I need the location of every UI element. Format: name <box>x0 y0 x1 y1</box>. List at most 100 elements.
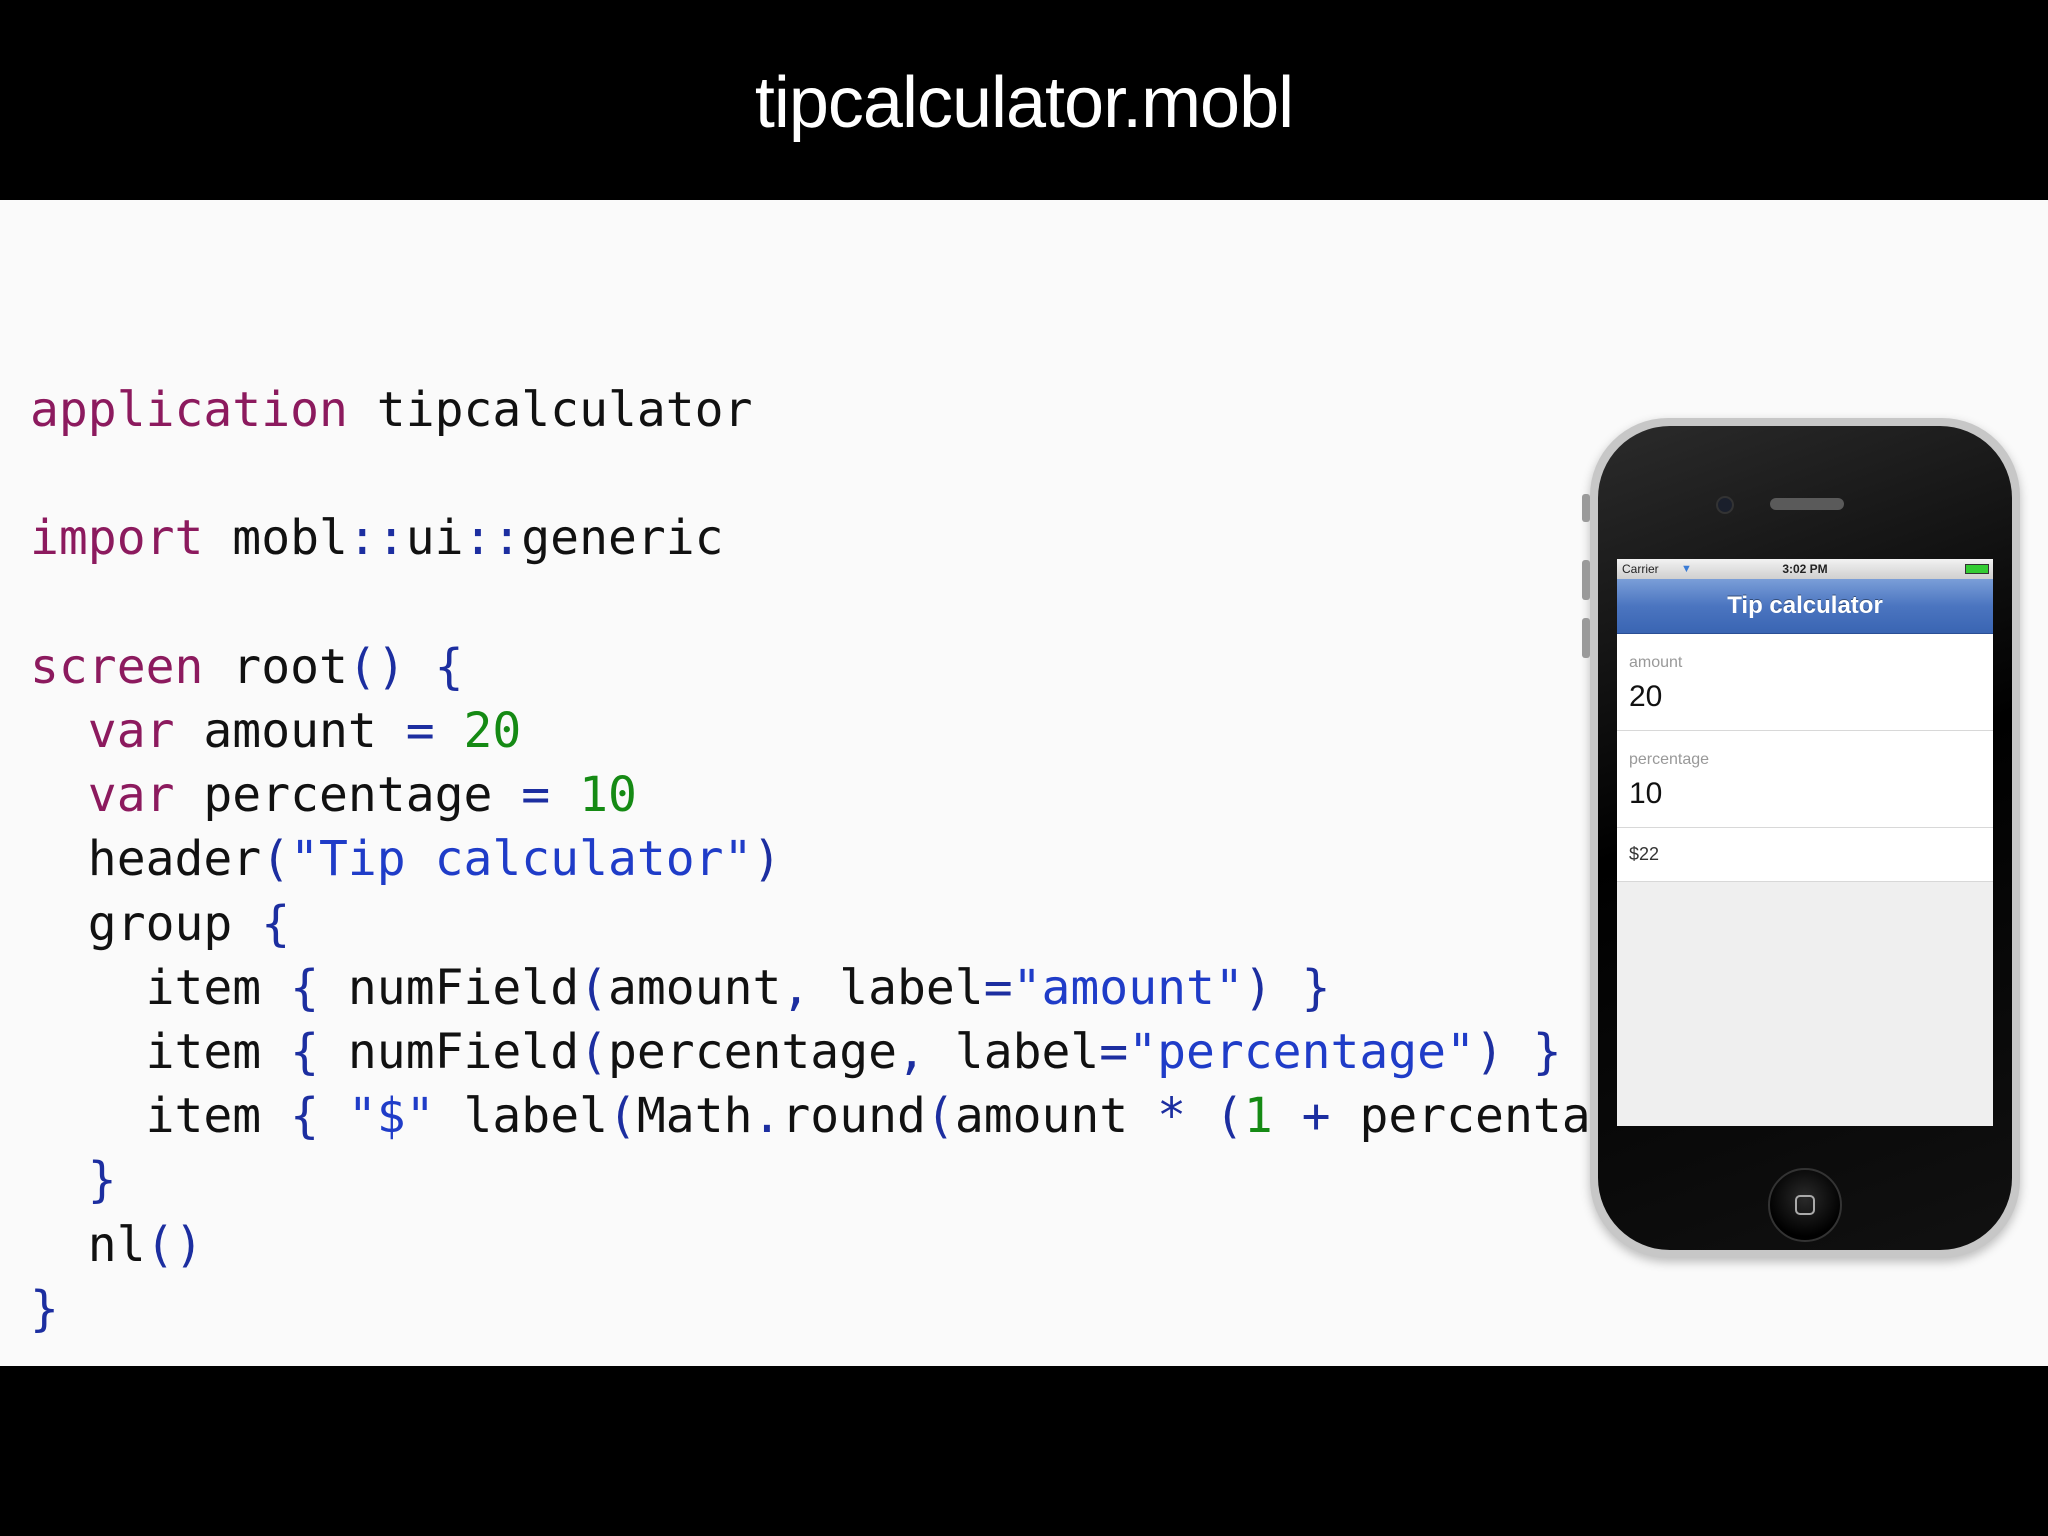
code-token: generic <box>521 510 724 567</box>
code-token: () <box>347 638 406 695</box>
code-token: label <box>810 959 984 1016</box>
volume-up-button <box>1582 560 1590 600</box>
code-token: label <box>925 1024 1100 1081</box>
title-bar: tipcalculator.mobl <box>0 0 2048 200</box>
code-token: label <box>434 1088 609 1145</box>
code-token: () <box>145 1216 204 1273</box>
code-token: amount <box>174 703 406 760</box>
code-token: ( <box>925 1088 955 1145</box>
code-token: } <box>1301 959 1331 1016</box>
code-token: { <box>290 1024 319 1081</box>
code-token: import <box>30 510 204 567</box>
code-token: round <box>781 1088 926 1145</box>
code-token: item <box>30 959 291 1016</box>
code-token: + <box>1301 1088 1331 1145</box>
status-time: 3:02 PM <box>1782 562 1828 576</box>
code-token: "amount" <box>1012 959 1244 1016</box>
home-square-icon <box>1795 1195 1815 1215</box>
code-token: ) <box>1243 959 1273 1016</box>
mute-switch <box>1582 494 1590 522</box>
code-token: header <box>30 831 262 888</box>
status-bar: Carrier ▼ 3:02 PM <box>1617 559 1993 579</box>
code-token: = <box>1099 1024 1129 1081</box>
amount-field[interactable]: 20 <box>1629 680 1662 714</box>
code-token: ui <box>405 510 464 567</box>
code-token: { <box>434 638 464 695</box>
phone-body: Carrier ▼ 3:02 PM Tip calculator amount … <box>1598 426 2012 1250</box>
code-token: { <box>290 959 319 1016</box>
phone-mockup: Carrier ▼ 3:02 PM Tip calculator amount … <box>1582 418 2020 1258</box>
code-token: = <box>521 767 551 824</box>
code-token: application <box>30 382 348 438</box>
amount-item[interactable]: amount 20 <box>1617 634 1993 731</box>
code-line: nl() <box>30 1216 204 1273</box>
code-line: } <box>30 1152 117 1208</box>
code-token: amount <box>608 959 782 1016</box>
code-token: ( <box>608 1088 637 1145</box>
code-line: import mobl::ui::generic <box>30 510 724 566</box>
percentage-item[interactable]: percentage 10 <box>1617 731 1993 828</box>
code-token: percentage <box>608 1024 897 1081</box>
code-token: :: <box>347 510 406 567</box>
code-token: numField <box>319 959 580 1016</box>
code-line: application tipcalculator <box>30 382 752 438</box>
code-token: * <box>1157 1088 1187 1145</box>
home-button[interactable] <box>1768 1168 1842 1242</box>
tip-result: $22 <box>1629 844 1660 864</box>
code-line: group { <box>30 896 290 952</box>
code-token: numField <box>319 1024 580 1081</box>
amount-field-label: amount <box>1629 654 1683 671</box>
volume-down-button <box>1582 618 1590 658</box>
code-token: ( <box>261 831 291 888</box>
camera-icon <box>1716 496 1734 514</box>
code-token: "Tip calculator" <box>290 831 753 888</box>
code-token: item <box>30 1088 291 1145</box>
code-line: header("Tip calculator") <box>30 831 782 888</box>
code-token: percentage <box>174 767 522 824</box>
code-token: :: <box>463 510 522 567</box>
code-token: . <box>752 1088 782 1145</box>
result-item: $22 <box>1617 828 1993 882</box>
code-line: screen root() { <box>30 639 464 695</box>
code-token: } <box>30 1280 59 1337</box>
code-token: item <box>30 1024 291 1081</box>
code-token: var <box>87 703 175 760</box>
code-line: var amount = 20 <box>30 703 522 760</box>
code-line: } <box>30 1281 59 1337</box>
code-token: "$" <box>347 1088 435 1145</box>
code-token: screen <box>30 638 204 695</box>
percentage-field[interactable]: 10 <box>1629 777 1662 811</box>
code-token: = <box>983 959 1013 1016</box>
slide-title: tipcalculator.mobl <box>754 63 1294 143</box>
speaker-grille <box>1770 498 1844 510</box>
phone-screen: Carrier ▼ 3:02 PM Tip calculator amount … <box>1617 559 1993 1126</box>
code-token: 1 <box>1243 1088 1273 1145</box>
bottom-bar <box>0 1366 2048 1536</box>
code-token: ) <box>1474 1024 1504 1081</box>
app-header: Tip calculator <box>1617 579 1993 634</box>
code-token: , <box>781 959 811 1016</box>
code-token: 20 <box>463 703 522 760</box>
code-token: var <box>87 767 175 824</box>
slide-content: application tipcalculator import mobl::u… <box>0 200 2048 1366</box>
percentage-field-label: percentage <box>1629 751 1710 768</box>
code-token: } <box>87 1152 117 1209</box>
code-token: root <box>203 638 348 695</box>
code-line: item { numField(percentage, label="perce… <box>30 1024 1562 1080</box>
code-token: nl <box>30 1216 146 1273</box>
code-token: 10 <box>579 767 637 824</box>
code-token: , <box>896 1024 926 1081</box>
code-line: var percentage = 10 <box>30 767 637 823</box>
code-token: amount <box>954 1088 1158 1145</box>
code-token: } <box>1532 1024 1562 1081</box>
